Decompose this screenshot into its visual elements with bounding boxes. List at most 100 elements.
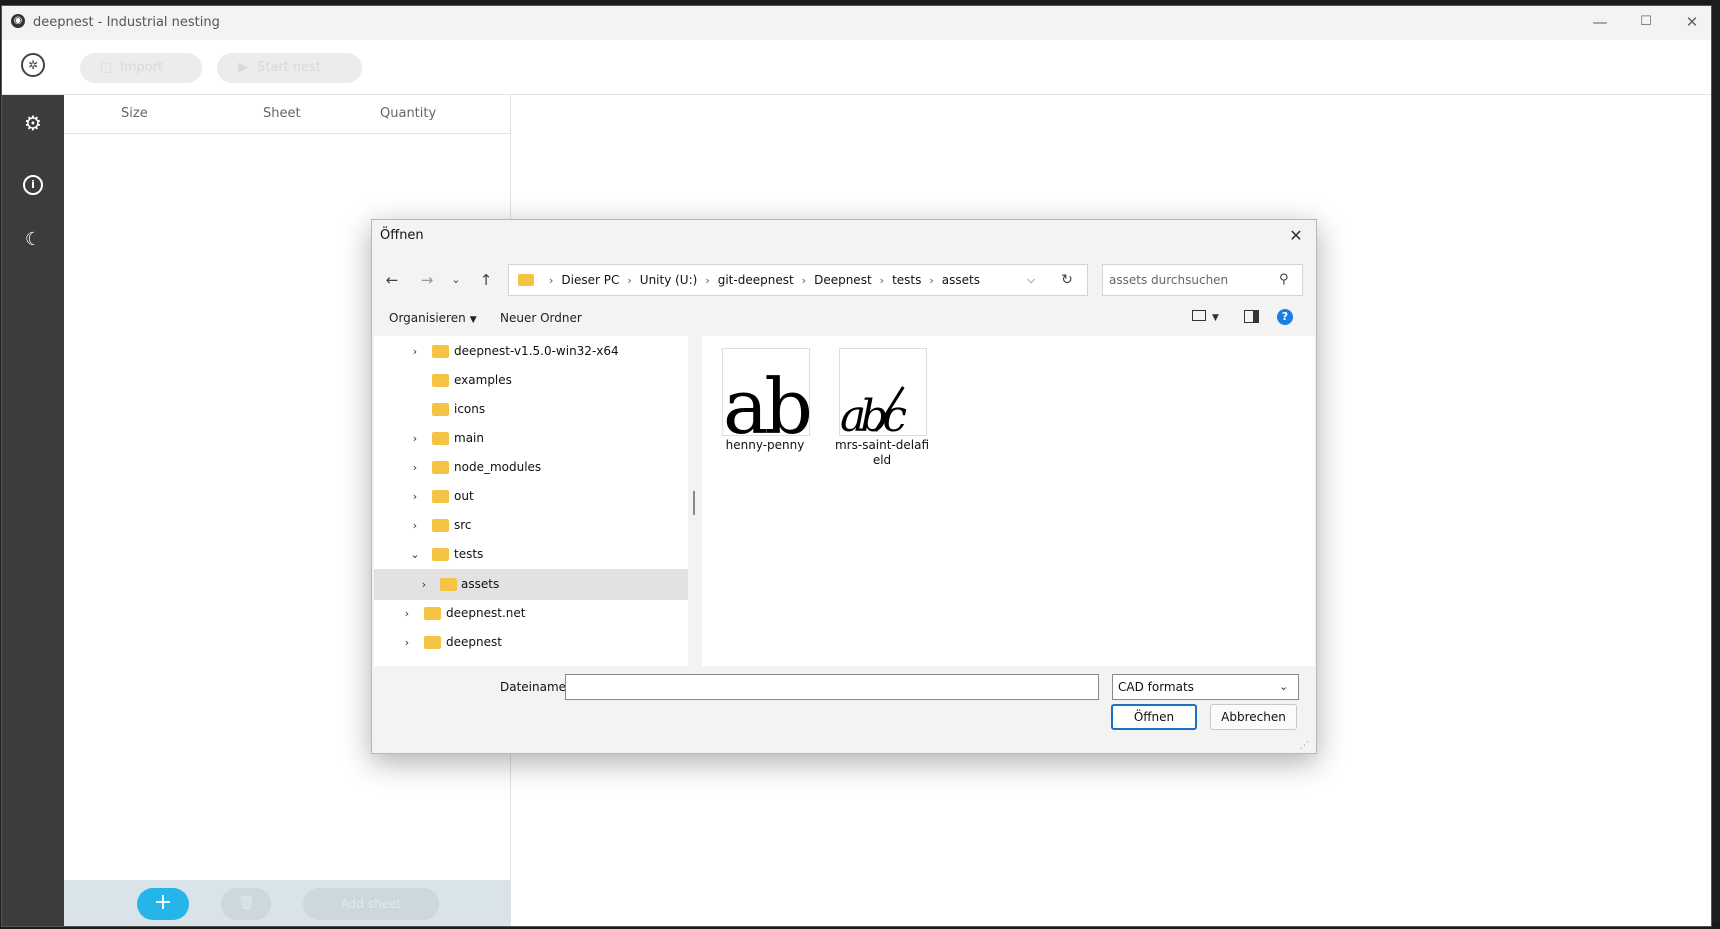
new-folder-button[interactable]: Neuer Ordner — [500, 300, 582, 336]
tree-item-label: examples — [454, 373, 512, 387]
file-thumbnail: ab — [722, 348, 810, 436]
cancel-button[interactable]: Abbrechen — [1210, 704, 1297, 730]
recent-locations-chevron-icon[interactable]: ⌄ — [444, 270, 468, 290]
delete-part-button[interactable]: 🗑 — [221, 888, 271, 920]
chevron-right-icon[interactable]: › — [417, 569, 431, 600]
chevron-right-icon[interactable]: › — [408, 481, 422, 512]
column-size: Size — [121, 106, 148, 121]
filetype-value: CAD formats — [1118, 680, 1194, 694]
tree-item[interactable]: › out — [374, 481, 688, 512]
dialog-close-button[interactable]: ✕ — [1282, 224, 1310, 248]
filename-input[interactable]: ⌄ — [565, 674, 1288, 700]
file-name: mrs-saint-delafield — [834, 438, 930, 467]
side-navigation: ⚙ i ☾ — [2, 95, 64, 926]
desktop-right-strip — [1712, 0, 1720, 929]
chevron-right-icon[interactable]: › — [408, 423, 422, 454]
address-dropdown-icon[interactable]: ⌵ — [1021, 265, 1041, 295]
play-icon: ▶ — [238, 60, 248, 75]
resize-grip-icon[interactable]: ⋰ — [1300, 741, 1309, 751]
column-quantity: Quantity — [380, 106, 437, 121]
breadcrumb-separator-icon: › — [705, 274, 710, 287]
search-input[interactable]: assets durchsuchen ⚲ — [1102, 264, 1303, 296]
chevron-right-icon[interactable]: › — [408, 336, 422, 367]
organize-menu[interactable]: Organisieren ▼ — [389, 300, 477, 338]
gear-icon[interactable]: ⚙ — [2, 111, 64, 135]
breadcrumb-item[interactable]: git-deepnest — [718, 273, 794, 287]
breadcrumb-separator-icon: › — [879, 274, 885, 287]
file-item[interactable]: ab henny-penny — [717, 344, 813, 470]
tree-item-label: icons — [454, 402, 486, 416]
deepnest-logo-icon: ✲ — [21, 53, 45, 77]
parts-table-header: Size Sheet Quantity — [64, 95, 510, 134]
breadcrumb-item[interactable]: Deepnest — [814, 273, 872, 287]
close-window-button[interactable]: ✕ — [1670, 10, 1711, 34]
folder-icon — [432, 548, 449, 561]
chevron-right-icon[interactable]: › — [408, 452, 422, 483]
tree-item[interactable]: icons — [374, 394, 688, 425]
folder-icon — [518, 274, 534, 286]
add-part-button[interactable]: + — [137, 888, 189, 920]
tree-item[interactable]: › deepnest.net — [374, 598, 688, 629]
maximize-button[interactable]: ☐ — [1624, 10, 1668, 34]
chevron-right-icon[interactable]: › — [400, 627, 414, 658]
breadcrumb-separator-icon: › — [627, 274, 632, 287]
chevron-right-icon[interactable]: › — [400, 598, 414, 629]
folder-icon — [432, 490, 449, 503]
import-button[interactable]: ▢ Import — [80, 53, 202, 83]
up-arrow-icon[interactable]: ↑ — [474, 270, 498, 290]
tree-item[interactable]: › deepnest-v1.5.0-win32-x64 — [374, 336, 688, 367]
tree-item-selected[interactable]: › assets — [374, 569, 688, 600]
breadcrumb-separator-icon: › — [801, 274, 807, 287]
tree-item[interactable]: ⌄ tests — [374, 539, 688, 570]
moon-icon[interactable]: ☾ — [2, 229, 64, 250]
tree-item-label: deepnest-v1.5.0-win32-x64 — [454, 344, 619, 358]
tree-item[interactable]: › main — [374, 423, 688, 454]
tree-scrollbar[interactable] — [693, 491, 695, 515]
minimize-button[interactable]: — — [1578, 10, 1622, 34]
start-nest-button[interactable]: ▶ Start nest — [217, 53, 362, 83]
folder-icon — [432, 519, 449, 532]
forward-arrow-icon[interactable]: → — [415, 270, 439, 290]
tree-item-label: tests — [454, 547, 484, 561]
tree-item-label: deepnest.net — [446, 606, 526, 620]
tree-item-label: main — [454, 431, 484, 445]
refresh-icon[interactable]: ↻ — [1055, 265, 1079, 295]
preview-pane-icon[interactable] — [1244, 310, 1259, 323]
tree-item[interactable]: › deepnest — [374, 627, 688, 658]
chevron-down-icon[interactable]: ⌄ — [408, 539, 422, 570]
address-bar[interactable]: › Dieser PC › Unity (U:) › git-deepnest › Deepn… — [508, 264, 1088, 296]
breadcrumb-item[interactable]: Dieser PC — [561, 273, 619, 287]
chevron-down-icon: ⌄ — [1279, 680, 1289, 693]
parts-footer: + 🗑 Add sheet — [64, 880, 510, 926]
window-title: deepnest - Industrial nesting — [33, 15, 220, 30]
add-sheet-button[interactable]: Add sheet — [303, 888, 439, 920]
dialog-title: Öffnen — [380, 228, 424, 243]
breadcrumb-separator-icon: › — [929, 274, 934, 287]
title-bar: ◉ deepnest - Industrial nesting — ☐ ✕ — [2, 6, 1711, 40]
caret-down-icon: ▼ — [469, 315, 477, 325]
folder-icon — [432, 403, 449, 416]
import-label: Import — [120, 60, 164, 75]
breadcrumb-item[interactable]: assets — [942, 273, 980, 287]
file-item[interactable]: abc mrs-saint-delafield — [834, 344, 930, 470]
folder-icon — [432, 374, 449, 387]
tree-item[interactable]: examples — [374, 365, 688, 396]
tree-item[interactable]: › src — [374, 510, 688, 541]
tree-item[interactable]: › node_modules — [374, 452, 688, 483]
info-icon[interactable]: i — [2, 169, 64, 195]
folder-icon — [424, 636, 441, 649]
app-icon: ◉ — [11, 14, 25, 28]
view-mode-icon[interactable] — [1192, 310, 1206, 321]
chevron-right-icon[interactable]: › — [408, 510, 422, 541]
help-icon[interactable]: ? — [1277, 309, 1293, 325]
tree-item-label: out — [454, 489, 474, 503]
back-arrow-icon[interactable]: ← — [380, 270, 404, 290]
filetype-select[interactable]: CAD formats ⌄ — [1112, 674, 1299, 700]
open-button[interactable]: Öffnen — [1111, 704, 1197, 730]
start-nest-label: Start nest — [257, 60, 321, 75]
breadcrumb-item[interactable]: Unity (U:) — [640, 273, 698, 287]
view-mode-caret-icon[interactable]: ▼ — [1212, 300, 1219, 336]
tree-item-label: node_modules — [454, 460, 542, 474]
breadcrumb-item[interactable]: tests — [892, 273, 921, 287]
folder-icon — [432, 345, 449, 358]
